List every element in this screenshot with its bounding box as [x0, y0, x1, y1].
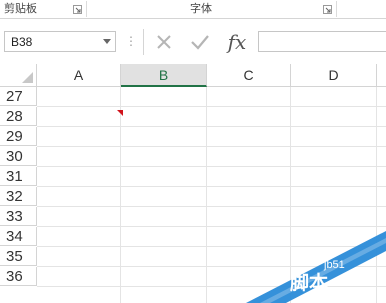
clipboard-group-label: 剪贴板 — [4, 2, 37, 15]
column-header-c[interactable]: C — [207, 64, 291, 87]
column-header-b[interactable]: B — [121, 64, 207, 87]
enter-button[interactable] — [188, 29, 212, 55]
font-group-label: 字体 — [190, 2, 212, 15]
formula-input[interactable] — [258, 31, 386, 52]
ribbon-group-labels: 剪贴板 字体 — [0, 0, 386, 19]
gridline — [37, 126, 386, 127]
column-header-d[interactable]: D — [291, 64, 377, 87]
gridline — [206, 87, 207, 303]
row-header[interactable]: 28 — [0, 107, 37, 126]
check-icon — [191, 35, 209, 50]
row-header[interactable]: 27 — [0, 87, 37, 106]
row-header[interactable]: 29 — [0, 127, 37, 146]
row-header[interactable]: 31 — [0, 167, 37, 186]
formula-bar: B38 ⋮ fx — [0, 19, 386, 64]
row-header[interactable]: 33 — [0, 207, 37, 226]
excel-window: 剪贴板 字体 B38 ⋮ fx A B C D 27 28 29 30 31 3… — [0, 0, 386, 303]
select-all-icon — [22, 72, 33, 83]
gridline — [37, 166, 386, 167]
gridline — [37, 186, 386, 187]
clipboard-dialog-launcher-icon[interactable] — [73, 5, 82, 14]
gridline — [290, 87, 291, 303]
select-all-button[interactable] — [0, 64, 37, 87]
name-box-value: B38 — [11, 35, 33, 49]
formula-bar-resize-handle[interactable]: ⋮ — [125, 33, 137, 49]
gridline — [37, 286, 386, 287]
column-header-partial[interactable] — [377, 64, 386, 87]
gridline — [37, 146, 386, 147]
gridline — [376, 87, 377, 303]
ribbon-group-separator — [86, 1, 87, 17]
ribbon-group-separator — [336, 1, 337, 17]
gridline — [37, 206, 386, 207]
fx-icon: fx — [227, 30, 247, 54]
comment-indicator-icon[interactable] — [117, 110, 123, 116]
gridline — [120, 87, 121, 303]
cancel-button[interactable] — [152, 29, 176, 55]
gridline — [37, 106, 386, 107]
gridline — [37, 226, 386, 227]
row-header[interactable]: 35 — [0, 247, 37, 266]
column-header-a[interactable]: A — [37, 64, 121, 87]
cancel-icon — [157, 35, 171, 49]
font-dialog-launcher-icon[interactable] — [323, 5, 332, 14]
row-header[interactable]: 34 — [0, 227, 37, 246]
formula-buttons: fx — [143, 29, 253, 55]
watermark-logo-text: 脚本 — [290, 272, 329, 294]
watermark-site-text: jb51 — [324, 259, 345, 271]
name-box[interactable]: B38 — [4, 31, 116, 52]
insert-function-button[interactable]: fx — [224, 29, 250, 55]
row-header[interactable]: 32 — [0, 187, 37, 206]
row-header[interactable]: 30 — [0, 147, 37, 166]
name-box-dropdown-icon[interactable] — [103, 39, 111, 44]
row-header[interactable]: 36 — [0, 267, 37, 286]
gridline — [37, 246, 386, 247]
